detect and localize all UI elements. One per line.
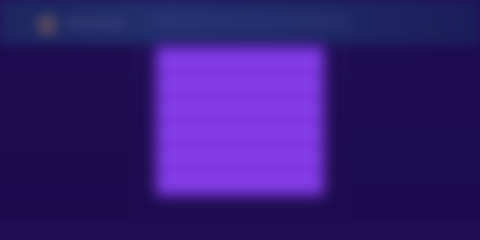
app-window (0, 0, 480, 220)
left-area (0, 44, 130, 220)
list-item[interactable] (156, 152, 324, 162)
header-nav-placeholder (150, 16, 350, 28)
list-item[interactable] (156, 56, 324, 66)
right-area (350, 44, 480, 220)
content-panel[interactable] (156, 46, 324, 196)
list-item[interactable] (156, 104, 324, 114)
header-title-placeholder (66, 18, 126, 28)
avatar-icon[interactable] (36, 14, 58, 36)
list-item[interactable] (156, 128, 324, 138)
list-item[interactable] (156, 80, 324, 90)
list-item[interactable] (156, 176, 324, 186)
